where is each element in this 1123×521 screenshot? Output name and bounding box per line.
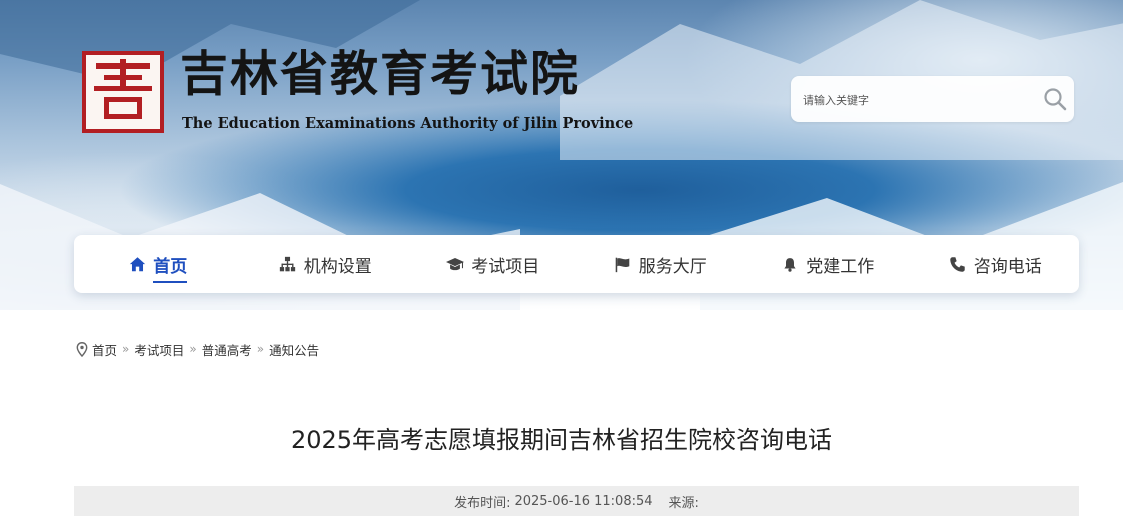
nav-item-hotline[interactable]: 咨询电话: [912, 235, 1080, 293]
breadcrumb-link-exams[interactable]: 考试项目: [134, 340, 184, 359]
breadcrumb-link-gaokao[interactable]: 普通高考: [202, 340, 252, 359]
nav-item-organization[interactable]: 机构设置: [242, 235, 410, 293]
nav-item-label: 机构设置: [303, 256, 372, 277]
chevron-double-right-icon: »: [122, 342, 130, 356]
nav-item-label: 考试项目: [471, 256, 540, 277]
site-title: 吉林省教育考试院: [180, 46, 581, 102]
search-box: [791, 76, 1074, 122]
nav-item-service-hall[interactable]: 服务大厅: [577, 235, 745, 293]
nav-item-label: 咨询电话: [973, 256, 1042, 277]
nav-item-label: 党建工作: [806, 256, 875, 277]
nav-item-party-building[interactable]: 党建工作: [744, 235, 912, 293]
home-icon: [128, 255, 146, 273]
chevron-double-right-icon: »: [189, 342, 197, 356]
nav-item-home[interactable]: 首页: [74, 235, 242, 293]
search-input[interactable]: [801, 88, 1035, 112]
sitemap-icon: [279, 255, 297, 273]
source-label: 来源:: [668, 495, 699, 511]
breadcrumb-link-notices[interactable]: 通知公告: [269, 340, 319, 359]
location-pin-icon: [76, 341, 88, 357]
nav-item-label: 服务大厅: [638, 256, 707, 277]
flag-icon: [614, 255, 632, 273]
breadcrumb-link-home[interactable]: 首页: [92, 340, 117, 359]
article-title: 2025年高考志愿填报期间吉林省招生院校咨询电话: [290, 426, 833, 454]
nav-item-exams[interactable]: 考试项目: [409, 235, 577, 293]
publish-time-label: 发布时间:: [454, 495, 511, 511]
main-nav: 首页 机构设置 考试项目 服务大厅 党建工作 咨询电话: [74, 235, 1079, 293]
phone-icon: [949, 255, 967, 273]
logo-seal-icon[interactable]: [82, 51, 164, 133]
graduation-cap-icon: [446, 255, 465, 273]
chevron-double-right-icon: »: [256, 342, 265, 356]
site-subtitle: The Education Examinations Authority of …: [182, 115, 634, 132]
publish-time: 2025-06-16 11:08:54: [514, 493, 653, 509]
nav-item-label: 首页: [153, 252, 188, 283]
breadcrumb: 首页 » 考试项目 » 普通高考 » 通知公告: [76, 339, 319, 359]
bell-icon: [781, 255, 799, 273]
article-meta: 发布时间: 2025-06-16 11:08:54 来源:: [74, 486, 1079, 516]
search-icon[interactable]: [1042, 86, 1068, 112]
